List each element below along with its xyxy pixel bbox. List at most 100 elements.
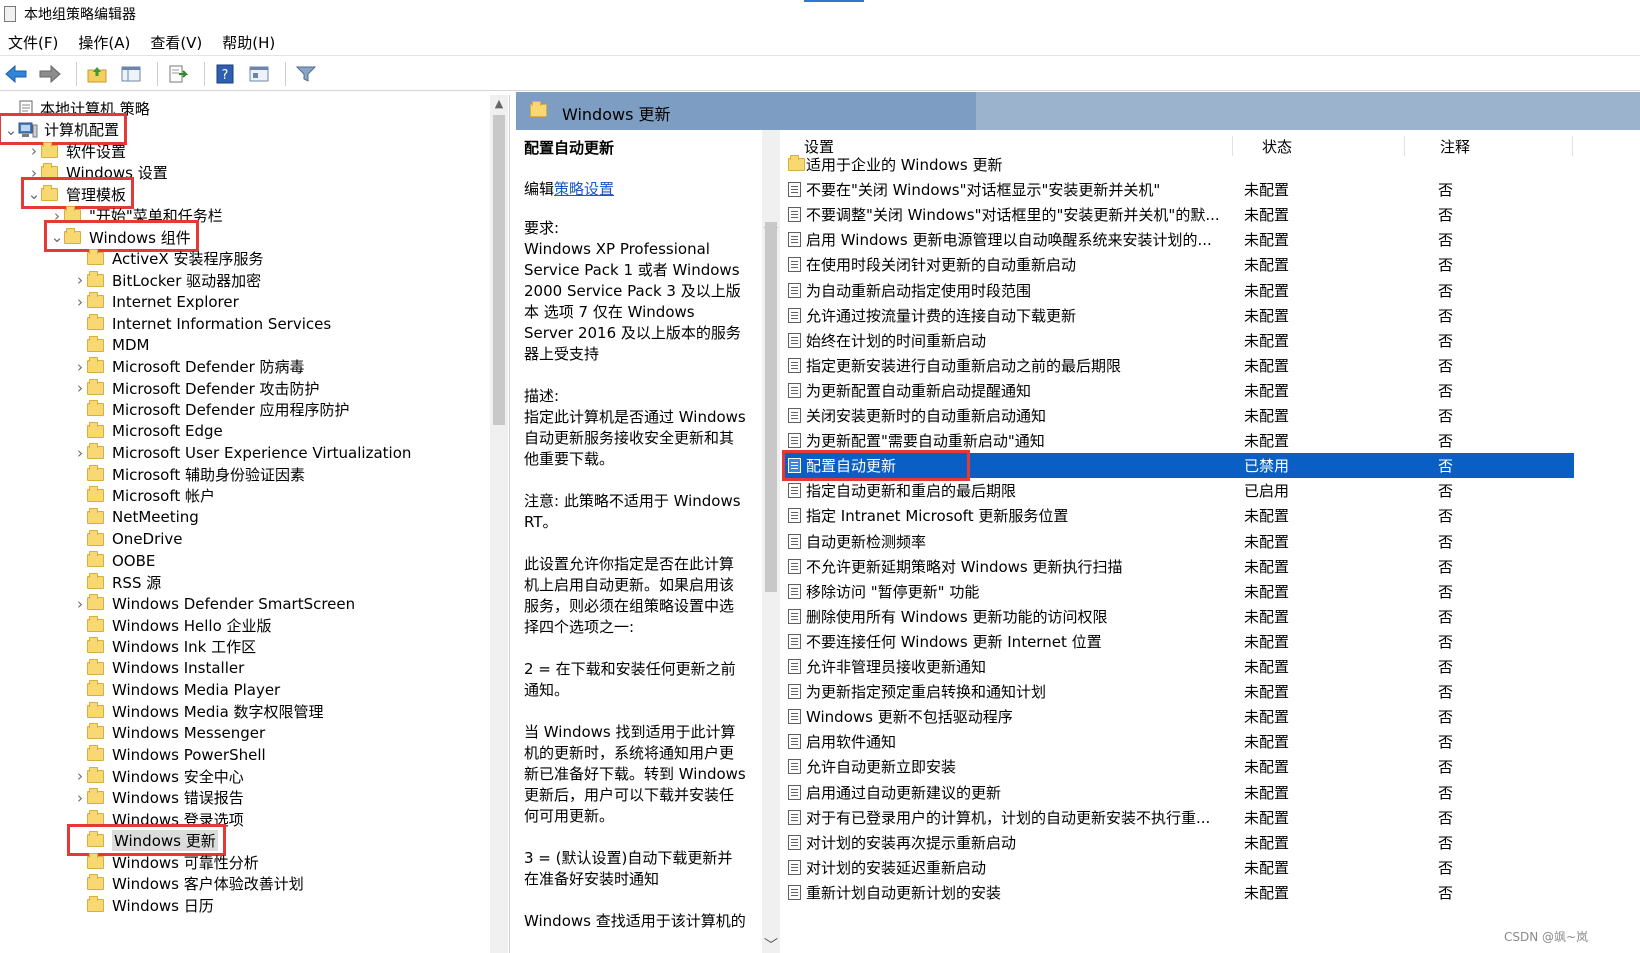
setting-row[interactable]: 不允许更新延期策略对 Windows 更新执行扫描 未配置 否 — [784, 554, 1574, 579]
setting-name: 允许非管理员接收更新通知 — [806, 658, 987, 676]
chevron-right-icon[interactable]: › — [73, 293, 87, 311]
chevron-right-icon[interactable]: › — [73, 379, 87, 397]
policy-setting-icon — [788, 834, 801, 850]
setting-note: 否 — [1438, 482, 1454, 501]
chevron-right-icon[interactable]: › — [73, 358, 87, 376]
setting-row[interactable]: 启用通过自动更新建议的更新 未配置 否 — [784, 780, 1574, 805]
help-icon[interactable]: ? — [211, 60, 239, 88]
setting-row[interactable]: 指定 Intranet Microsoft 更新服务位置 未配置 否 — [784, 503, 1574, 528]
setting-row[interactable]: 不要调整"关闭 Windows"对话框里的"安装更新并关机"的默... 未配置 否 — [784, 202, 1574, 227]
tree-item[interactable]: Windows Media Player — [73, 679, 280, 701]
setting-row[interactable]: 不要在"关闭 Windows"对话框显示"安装更新并关机" 未配置 否 — [784, 177, 1574, 202]
filter-icon[interactable] — [292, 60, 320, 88]
menu-file[interactable]: 文件(F) — [0, 31, 68, 55]
setting-row[interactable]: 始终在计划的时间重新启动 未配置 否 — [784, 328, 1574, 353]
tree-item[interactable]: Windows Messenger — [73, 722, 265, 744]
setting-row[interactable]: Windows 更新不包括驱动程序 未配置 否 — [784, 704, 1574, 729]
tree-item[interactable]: Windows 日历 — [73, 894, 214, 916]
tree-item[interactable]: Windows Hello 企业版 — [73, 614, 272, 636]
setting-row[interactable]: 适用于企业的 Windows 更新 — [784, 152, 1574, 177]
setting-row[interactable]: 启用软件通知 未配置 否 — [784, 729, 1574, 754]
setting-row[interactable]: 对计划的安装延迟重新启动 未配置 否 — [784, 855, 1574, 880]
ext-scroll-thumb[interactable] — [765, 222, 777, 592]
policy-setting-icon — [788, 583, 801, 599]
setting-row[interactable]: 为自动重新启动指定使用时段范围 未配置 否 — [784, 278, 1574, 303]
tree-item[interactable]: Windows Installer — [73, 657, 244, 679]
ext-scrollbar[interactable]: ︿ ﹀ — [762, 130, 780, 953]
tree-item[interactable]: Microsoft Edge — [73, 420, 223, 442]
setting-name: Windows 更新不包括驱动程序 — [806, 708, 1013, 727]
policy-setting-icon — [788, 382, 801, 398]
tree-item[interactable]: › Microsoft Defender 防病毒 — [73, 356, 305, 378]
tree-item[interactable]: RSS 源 — [73, 571, 161, 593]
menu-action[interactable]: 操作(A) — [68, 31, 140, 55]
tree-item[interactable]: › Windows 安全中心 — [73, 765, 244, 787]
tree-item[interactable]: Microsoft 辅助身份验证因素 — [73, 463, 305, 485]
setting-row[interactable]: 删除使用所有 Windows 更新功能的访问权限 未配置 否 — [784, 604, 1574, 629]
setting-row[interactable]: 自动更新检测频率 未配置 否 — [784, 529, 1574, 554]
setting-row[interactable]: 对于有已登录用户的计算机，计划的自动更新安装不执行重... 未配置 否 — [784, 805, 1574, 830]
tree-item[interactable]: Internet Information Services — [73, 313, 331, 335]
tree-item[interactable]: Microsoft 帐户 — [73, 485, 215, 507]
setting-row[interactable]: 在使用时段关闭针对更新的自动重新启动 未配置 否 — [784, 252, 1574, 277]
setting-row[interactable]: 允许自动更新立即安装 未配置 否 — [784, 754, 1574, 779]
tree-item[interactable]: › Internet Explorer — [73, 291, 239, 313]
setting-row[interactable]: 关闭安装更新时的自动重新启动通知 未配置 否 — [784, 403, 1574, 428]
tree-item[interactable]: › BitLocker 驱动器加密 — [73, 269, 261, 291]
tree-item-label: Microsoft Defender 应用程序防护 — [112, 401, 350, 420]
chevron-right-icon[interactable]: › — [73, 767, 87, 785]
folder-icon — [87, 701, 104, 718]
chevron-down-icon[interactable]: ﹀ — [762, 935, 780, 953]
setting-row[interactable]: 对计划的安装再次提示重新启动 未配置 否 — [784, 830, 1574, 855]
setting-row[interactable]: 不要连接任何 Windows 更新 Internet 位置 未配置 否 — [784, 629, 1574, 654]
setting-row[interactable]: 为更新指定预定重启转换和通知计划 未配置 否 — [784, 679, 1574, 704]
chevron-right-icon[interactable]: › — [73, 595, 87, 613]
tree-item[interactable]: NetMeeting — [73, 506, 199, 528]
setting-row[interactable]: 重新计划自动更新计划的安装 未配置 否 — [784, 880, 1574, 905]
edit-policy-link[interactable]: 策略设置 — [554, 180, 614, 198]
chevron-right-icon[interactable]: › — [73, 789, 87, 807]
properties-icon[interactable] — [245, 60, 273, 88]
menu-help[interactable]: 帮助(H) — [212, 31, 285, 55]
tree-item[interactable]: Windows 可靠性分析 — [73, 851, 259, 873]
tree-item[interactable]: › Microsoft Defender 攻击防护 — [73, 377, 320, 399]
tree-item[interactable]: › Windows Defender SmartScreen — [73, 593, 355, 615]
setting-note: 否 — [1438, 331, 1454, 350]
forward-icon[interactable] — [36, 60, 64, 88]
policy-setting-icon — [788, 734, 801, 750]
tree-item[interactable]: MDM — [73, 334, 149, 356]
setting-row[interactable]: 启用 Windows 更新电源管理以自动唤醒系统来安装计划的... 未配置 否 — [784, 227, 1574, 252]
setting-row[interactable]: 允许通过按流量计费的连接自动下载更新 未配置 否 — [784, 303, 1574, 328]
tree-scroll-thumb[interactable] — [493, 115, 505, 425]
setting-row[interactable]: 指定自动更新和重启的最后期限 已启用 否 — [784, 478, 1574, 503]
tree-item[interactable]: › Windows 错误报告 — [73, 787, 244, 809]
chevron-right-icon[interactable]: › — [73, 444, 87, 462]
back-icon[interactable] — [2, 60, 30, 88]
tree-item[interactable]: Windows Media 数字权限管理 — [73, 700, 324, 722]
chevron-right-icon[interactable]: › — [73, 271, 87, 289]
chevron-right-icon[interactable]: › — [27, 142, 41, 160]
scroll-up-icon[interactable]: ▲ — [490, 95, 508, 113]
setting-row[interactable]: 指定更新安装进行自动重新启动之前的最后期限 未配置 否 — [784, 353, 1574, 378]
folder-icon — [530, 101, 547, 117]
tree-item[interactable]: Windows PowerShell — [73, 744, 266, 766]
tree-item-label: Windows Hello 企业版 — [112, 616, 272, 635]
menu-view[interactable]: 查看(V) — [140, 31, 212, 55]
up-folder-icon[interactable] — [83, 60, 111, 88]
tree-item[interactable]: Windows 客户体验改善计划 — [73, 873, 304, 895]
tree-item[interactable]: OOBE — [73, 550, 155, 572]
setting-row[interactable]: 移除访问 "暂停更新" 功能 未配置 否 — [784, 579, 1574, 604]
tree-item[interactable]: › 软件设置 — [27, 140, 126, 162]
setting-row[interactable]: 允许非管理员接收更新通知 未配置 否 — [784, 654, 1574, 679]
show-tree-icon[interactable] — [117, 60, 145, 88]
export-icon[interactable] — [164, 60, 192, 88]
tree-scrollbar[interactable]: ▲ — [490, 95, 508, 953]
policy-setting-icon — [788, 884, 801, 900]
tree-item[interactable]: OneDrive — [73, 528, 183, 550]
policy-setting-icon — [788, 182, 801, 198]
tree-item[interactable]: › Microsoft User Experience Virtualizatio… — [73, 442, 411, 464]
tree-item[interactable]: Windows Ink 工作区 — [73, 636, 256, 658]
tree-item[interactable]: ActiveX 安装程序服务 — [73, 248, 263, 270]
tree-item[interactable]: Microsoft Defender 应用程序防护 — [73, 399, 350, 421]
setting-row[interactable]: 为更新配置自动重新启动提醒通知 未配置 否 — [784, 378, 1574, 403]
